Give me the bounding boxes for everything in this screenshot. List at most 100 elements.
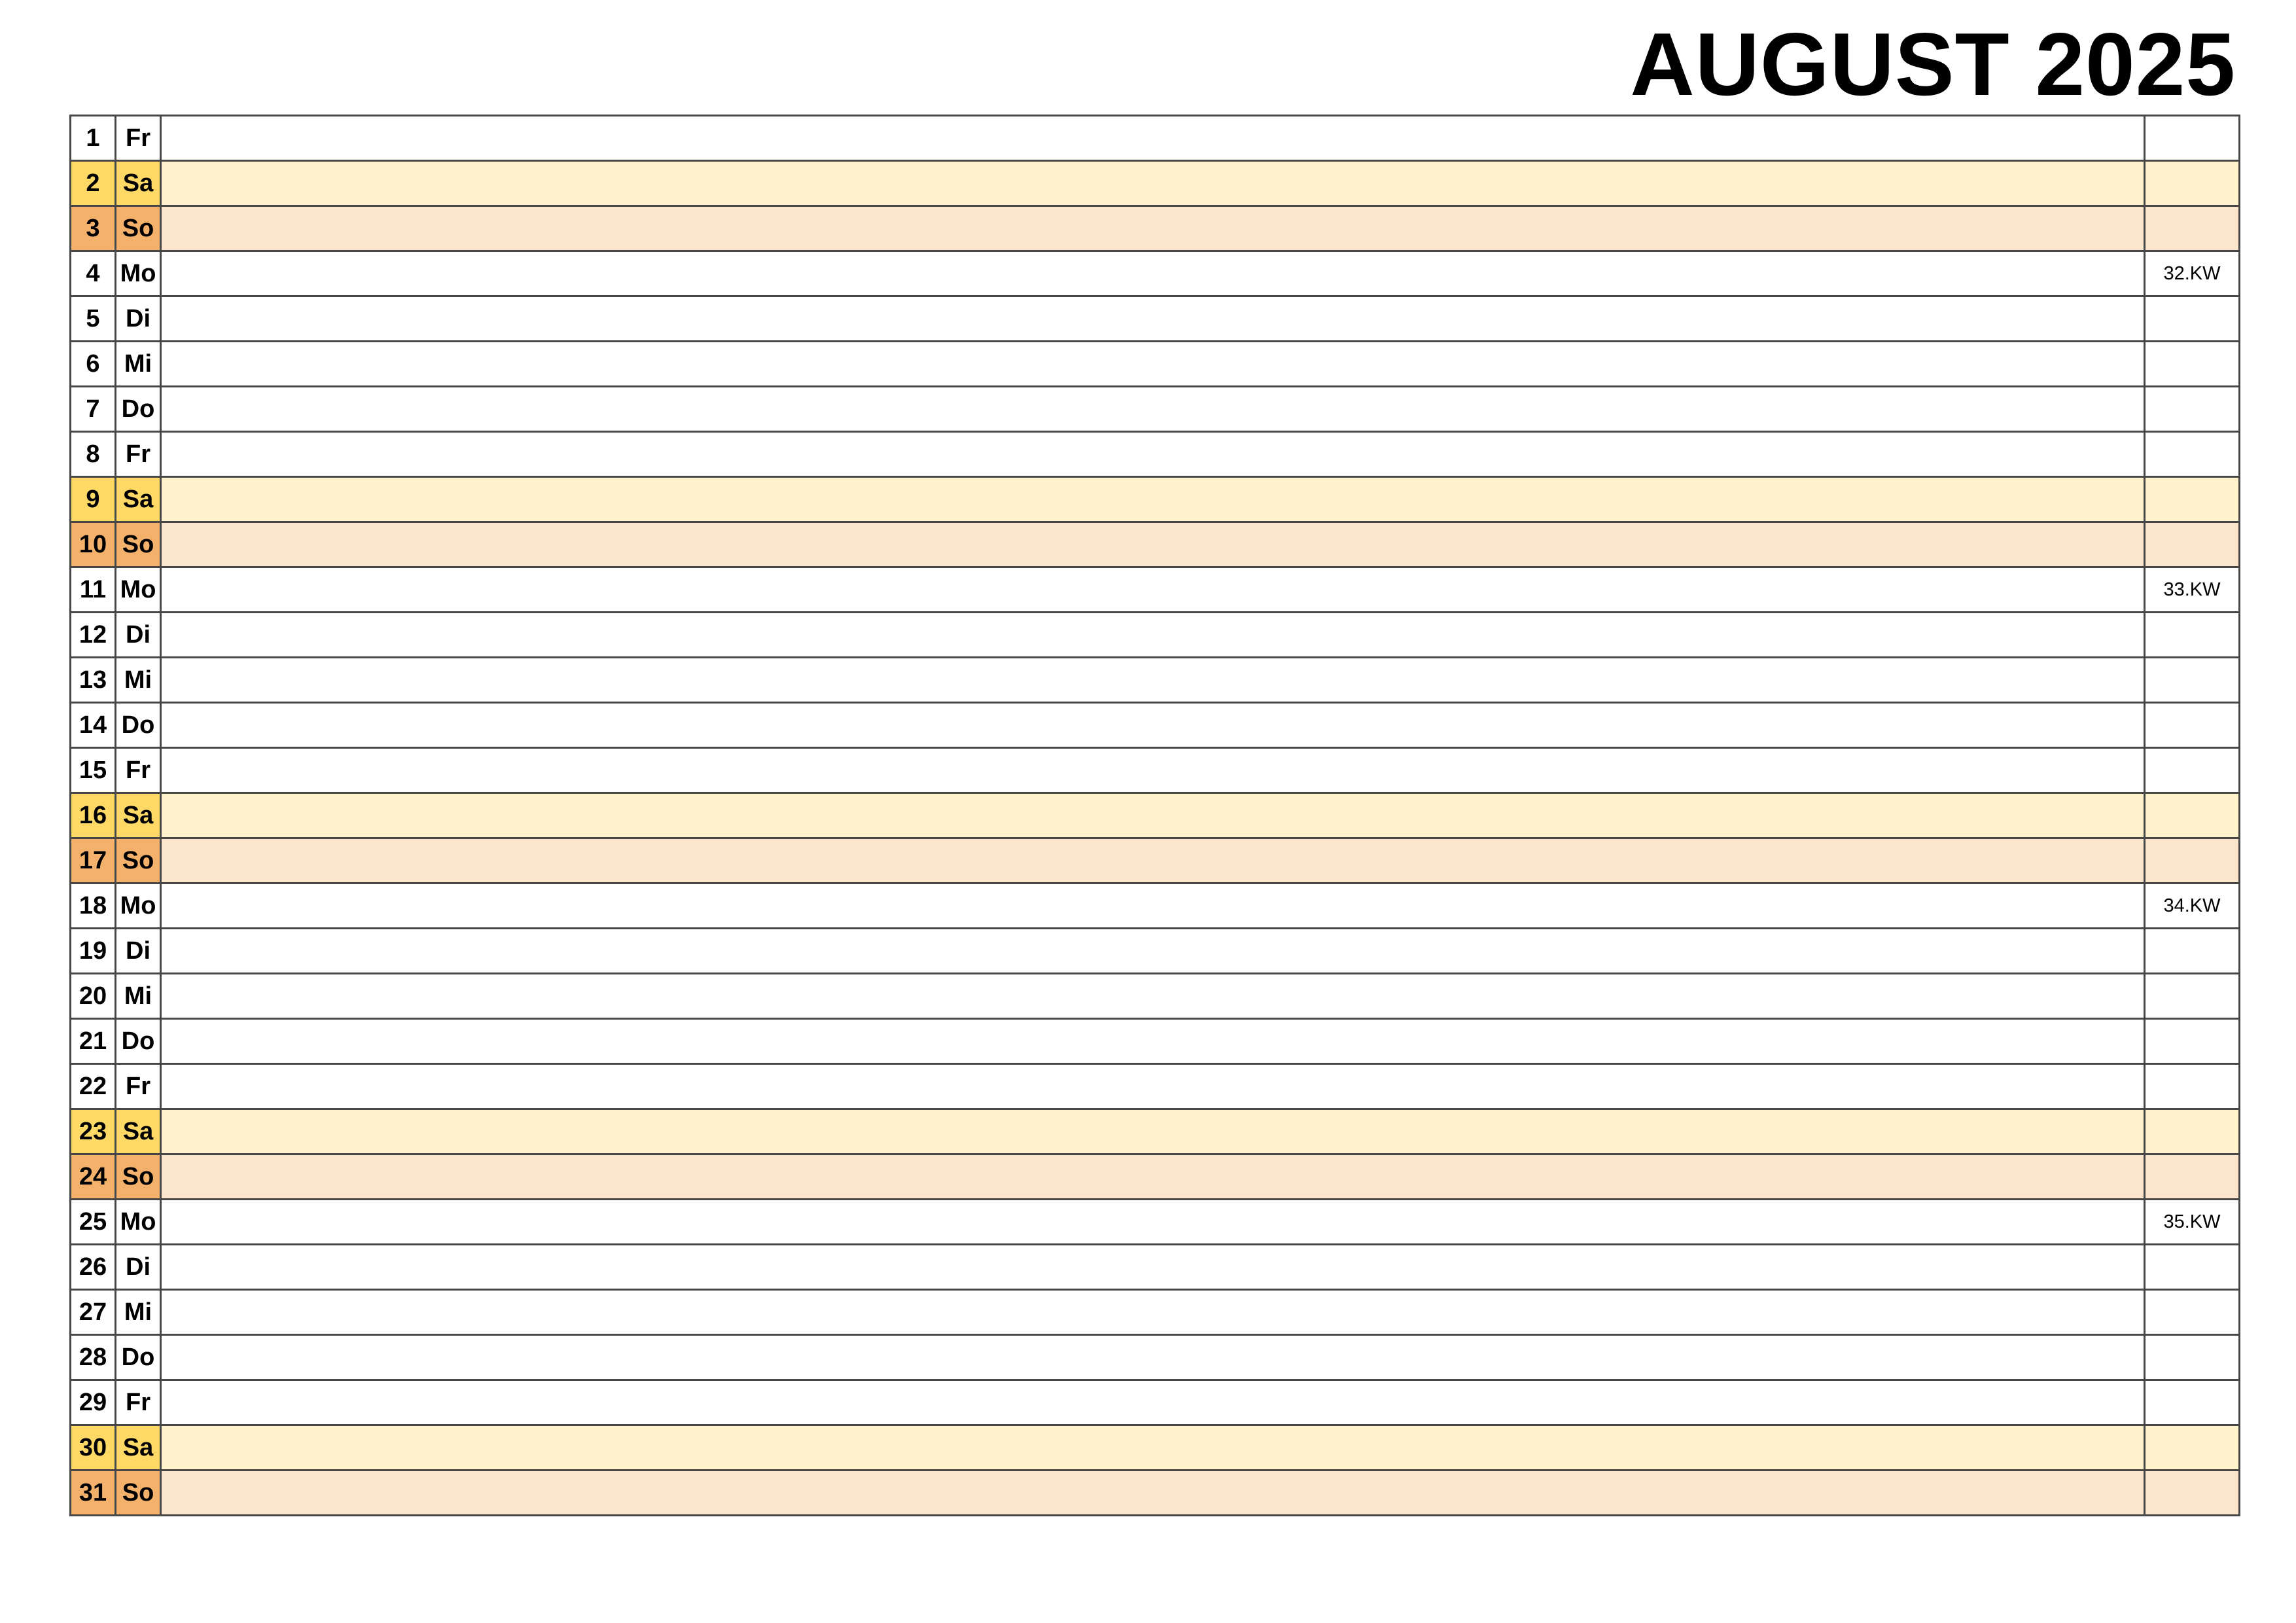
day-number: 9 bbox=[69, 476, 116, 523]
day-number: 24 bbox=[69, 1153, 116, 1200]
calendar-week-cell bbox=[2144, 702, 2240, 749]
weekday-label: Mi bbox=[115, 340, 162, 387]
notes-cell[interactable] bbox=[160, 205, 2146, 252]
day-row: 7 Do bbox=[69, 385, 2240, 433]
notes-cell[interactable] bbox=[160, 250, 2146, 297]
weekday-label: Fr bbox=[115, 1379, 162, 1426]
weekday-label: Do bbox=[115, 385, 162, 433]
weekday-label: Mo bbox=[115, 1198, 162, 1245]
weekday-label: Sa bbox=[115, 792, 162, 839]
notes-cell[interactable] bbox=[160, 1334, 2146, 1381]
notes-cell[interactable] bbox=[160, 1018, 2146, 1065]
day-number: 8 bbox=[69, 431, 116, 478]
notes-cell[interactable] bbox=[160, 476, 2146, 523]
notes-cell[interactable] bbox=[160, 1198, 2146, 1245]
day-number: 11 bbox=[69, 566, 116, 613]
day-number: 25 bbox=[69, 1198, 116, 1245]
day-row: 29 Fr bbox=[69, 1379, 2240, 1426]
weekday-label: Sa bbox=[115, 1424, 162, 1471]
day-number: 7 bbox=[69, 385, 116, 433]
notes-cell[interactable] bbox=[160, 837, 2146, 884]
day-row: 19 Di bbox=[69, 927, 2240, 974]
weekday-label: Do bbox=[115, 1334, 162, 1381]
weekday-label: Fr bbox=[115, 1063, 162, 1110]
notes-cell[interactable] bbox=[160, 747, 2146, 794]
notes-cell[interactable] bbox=[160, 611, 2146, 658]
calendar-week-cell bbox=[2144, 1108, 2240, 1155]
notes-cell[interactable] bbox=[160, 160, 2146, 207]
day-row: 31 So bbox=[69, 1469, 2240, 1516]
month-title: AUGUST 2025 bbox=[1630, 14, 2236, 114]
notes-cell[interactable] bbox=[160, 1063, 2146, 1110]
notes-cell[interactable] bbox=[160, 1289, 2146, 1336]
calendar-week-cell bbox=[2144, 340, 2240, 387]
day-row: 21 Do bbox=[69, 1018, 2240, 1065]
calendar-week-cell: 35.KW bbox=[2144, 1198, 2240, 1245]
weekday-label: Fr bbox=[115, 747, 162, 794]
day-row: 28 Do bbox=[69, 1334, 2240, 1381]
notes-cell[interactable] bbox=[160, 702, 2146, 749]
weekday-label: Sa bbox=[115, 476, 162, 523]
day-number: 30 bbox=[69, 1424, 116, 1471]
calendar-week-cell bbox=[2144, 115, 2240, 162]
day-row: 2 Sa bbox=[69, 160, 2240, 207]
calendar-week-cell bbox=[2144, 927, 2240, 974]
notes-cell[interactable] bbox=[160, 1243, 2146, 1291]
calendar-week-cell bbox=[2144, 385, 2240, 433]
calendar-week-cell bbox=[2144, 656, 2240, 704]
calendar-week-cell: 32.KW bbox=[2144, 250, 2240, 297]
notes-cell[interactable] bbox=[160, 340, 2146, 387]
day-number: 22 bbox=[69, 1063, 116, 1110]
notes-cell[interactable] bbox=[160, 1108, 2146, 1155]
day-row: 18 Mo 34.KW bbox=[69, 882, 2240, 929]
calendar-week-cell bbox=[2144, 1379, 2240, 1426]
day-row: 11 Mo 33.KW bbox=[69, 566, 2240, 613]
notes-cell[interactable] bbox=[160, 295, 2146, 342]
day-row: 4 Mo 32.KW bbox=[69, 250, 2240, 297]
calendar-week-cell bbox=[2144, 792, 2240, 839]
notes-cell[interactable] bbox=[160, 882, 2146, 929]
notes-cell[interactable] bbox=[160, 1469, 2146, 1516]
day-number: 2 bbox=[69, 160, 116, 207]
day-row: 20 Mi bbox=[69, 972, 2240, 1020]
calendar-week-cell bbox=[2144, 1018, 2240, 1065]
weekday-label: Di bbox=[115, 611, 162, 658]
calendar-table: 1 Fr 2 Sa 3 So 4 Mo 32.KW 5 Di 6 Mi 7 Do 8 Fr 9 Sa 10 So 11 Mo… bbox=[69, 115, 2240, 1516]
day-row: 26 Di bbox=[69, 1243, 2240, 1291]
notes-cell[interactable] bbox=[160, 1424, 2146, 1471]
day-number: 12 bbox=[69, 611, 116, 658]
calendar-week-cell bbox=[2144, 205, 2240, 252]
calendar-week-cell bbox=[2144, 1469, 2240, 1516]
day-number: 23 bbox=[69, 1108, 116, 1155]
notes-cell[interactable] bbox=[160, 927, 2146, 974]
calendar-week-cell bbox=[2144, 747, 2240, 794]
day-row: 27 Mi bbox=[69, 1289, 2240, 1336]
notes-cell[interactable] bbox=[160, 656, 2146, 704]
day-number: 3 bbox=[69, 205, 116, 252]
day-row: 30 Sa bbox=[69, 1424, 2240, 1471]
notes-cell[interactable] bbox=[160, 1379, 2146, 1426]
notes-cell[interactable] bbox=[160, 792, 2146, 839]
calendar-week-cell bbox=[2144, 972, 2240, 1020]
notes-cell[interactable] bbox=[160, 431, 2146, 478]
day-row: 6 Mi bbox=[69, 340, 2240, 387]
notes-cell[interactable] bbox=[160, 1153, 2146, 1200]
weekday-label: So bbox=[115, 521, 162, 568]
calendar-week-cell: 34.KW bbox=[2144, 882, 2240, 929]
weekday-label: Mo bbox=[115, 250, 162, 297]
day-number: 6 bbox=[69, 340, 116, 387]
weekday-label: Di bbox=[115, 927, 162, 974]
notes-cell[interactable] bbox=[160, 972, 2146, 1020]
notes-cell[interactable] bbox=[160, 115, 2146, 162]
day-row: 17 So bbox=[69, 837, 2240, 884]
weekday-label: So bbox=[115, 837, 162, 884]
weekday-label: So bbox=[115, 205, 162, 252]
calendar-week-cell: 33.KW bbox=[2144, 566, 2240, 613]
day-row: 14 Do bbox=[69, 702, 2240, 749]
notes-cell[interactable] bbox=[160, 566, 2146, 613]
day-number: 1 bbox=[69, 115, 116, 162]
calendar-week-cell bbox=[2144, 1289, 2240, 1336]
notes-cell[interactable] bbox=[160, 521, 2146, 568]
day-row: 1 Fr bbox=[69, 115, 2240, 162]
notes-cell[interactable] bbox=[160, 385, 2146, 433]
